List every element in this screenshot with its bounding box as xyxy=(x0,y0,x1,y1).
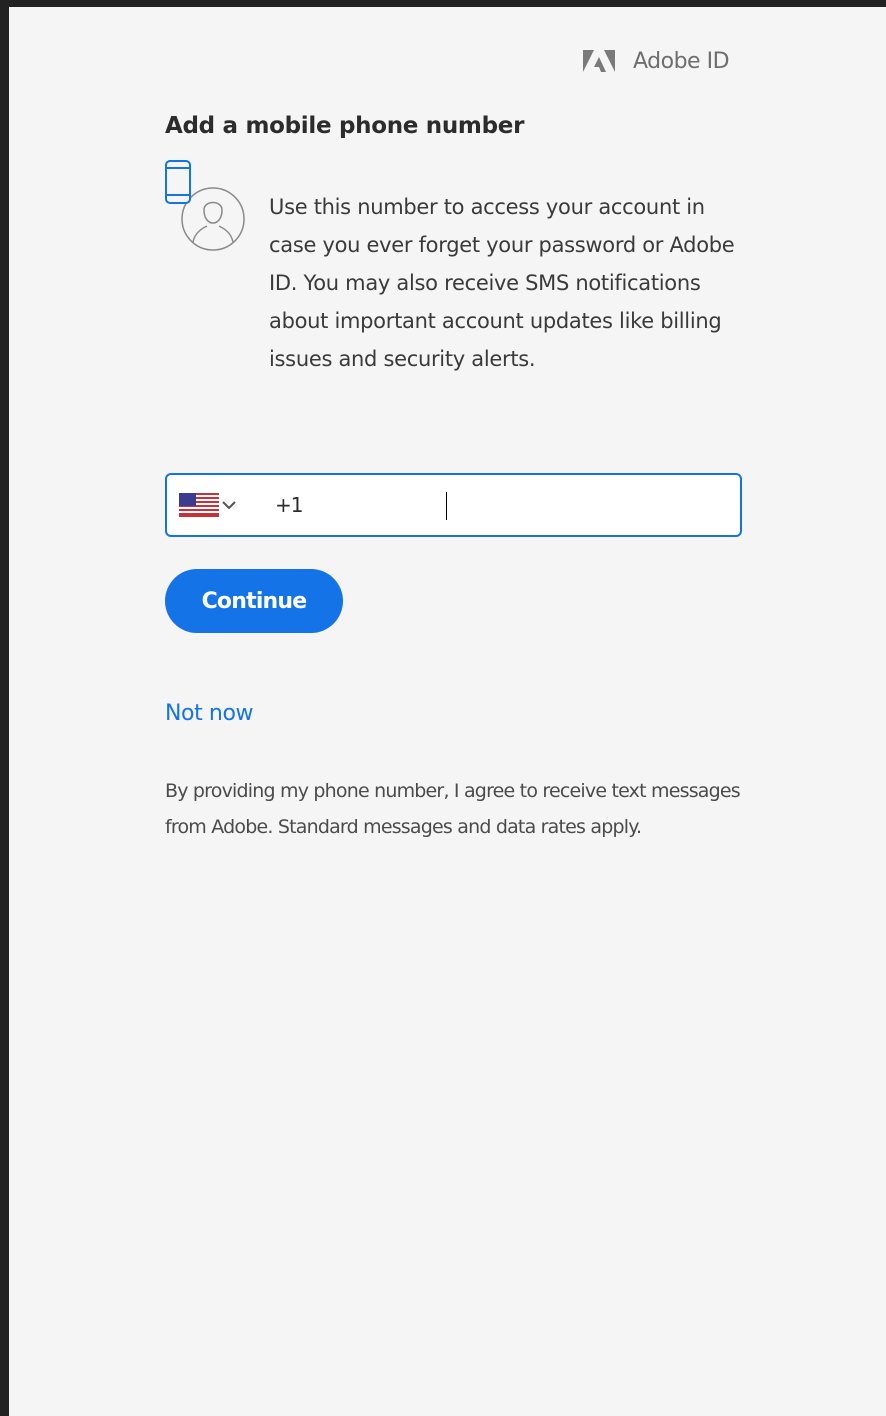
not-now-link[interactable]: Not now xyxy=(165,701,254,726)
text-caret xyxy=(446,492,447,520)
description-text: Use this number to access your account i… xyxy=(269,195,735,371)
continue-button[interactable]: Continue xyxy=(165,569,343,633)
page-frame: Adobe ID Add a mobile phone number Use t… xyxy=(0,0,886,1416)
legal-disclaimer: By providing my phone number, I agree to… xyxy=(165,780,741,838)
brand-label: Adobe ID xyxy=(633,48,730,74)
phone-number-input[interactable] xyxy=(275,493,675,517)
header: Adobe ID xyxy=(583,41,730,81)
chevron-down-icon xyxy=(222,501,236,510)
us-flag-icon xyxy=(179,493,219,517)
country-code-select[interactable] xyxy=(179,485,237,525)
page-title: Add a mobile phone number xyxy=(165,113,525,139)
adobe-logo-icon xyxy=(583,50,615,72)
phone-number-field[interactable] xyxy=(165,473,742,537)
phone-user-icon xyxy=(165,160,245,251)
